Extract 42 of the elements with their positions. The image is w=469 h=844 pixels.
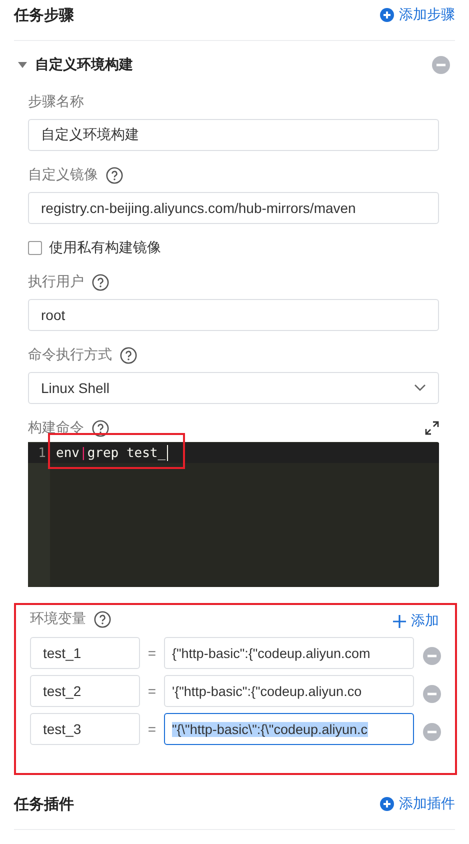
- field-label: 自定义镜像: [28, 166, 98, 184]
- add-variable-button[interactable]: 添加: [393, 612, 439, 630]
- add-icon: [380, 797, 394, 811]
- field-label: 构建命令: [28, 419, 84, 437]
- input-field[interactable]: root: [28, 299, 439, 331]
- help-icon[interactable]: [106, 166, 123, 184]
- help-icon[interactable]: [92, 420, 109, 436]
- input-field[interactable]: registry.cn-beijing.aliyuncs.com/hub-mirrors/maven: [28, 192, 439, 224]
- equals-sign: =: [146, 721, 158, 737]
- caret-down-icon[interactable]: [18, 62, 27, 68]
- input-field[interactable]: {"http-basic":{"codeup.aliyun.com: [164, 637, 414, 669]
- help-icon[interactable]: [92, 274, 109, 290]
- help-icon[interactable]: [120, 346, 137, 364]
- section-title: 任务插件: [14, 794, 74, 814]
- input-field[interactable]: test_2: [30, 675, 140, 707]
- step-title: 自定义环境构建: [35, 56, 134, 74]
- input-field[interactable]: 自定义环境构建: [28, 119, 439, 151]
- field-label: 环境变量: [30, 610, 86, 628]
- field-label: 执行用户: [28, 273, 84, 291]
- code-line: env|grep test_: [56, 446, 166, 460]
- equals-sign: =: [146, 645, 158, 661]
- add-step-button[interactable]: 添加步骤: [380, 6, 455, 24]
- code-editor[interactable]: 1 env|grep test_: [28, 442, 439, 587]
- field-label: 命令执行方式: [28, 346, 112, 364]
- input-field[interactable]: test_1: [30, 637, 140, 669]
- input-field[interactable]: test_3: [30, 713, 140, 745]
- add-icon: [393, 614, 406, 628]
- line-number: 1: [37, 446, 46, 460]
- input-field[interactable]: "{\"http-basic\":{\"codeup.aliyun.c: [164, 713, 414, 745]
- chevron-down-icon: [414, 384, 426, 392]
- add-plugin-button[interactable]: 添加插件: [380, 795, 455, 813]
- equals-sign: =: [146, 683, 158, 699]
- checkbox[interactable]: [28, 241, 42, 255]
- section-title: 任务步骤: [14, 6, 74, 24]
- checkbox-label: 使用私有构建镜像: [49, 239, 161, 257]
- add-icon: [380, 8, 394, 22]
- field-label: 步骤名称: [28, 93, 84, 111]
- select-field[interactable]: Linux Shell: [28, 372, 439, 404]
- help-icon[interactable]: [94, 610, 111, 628]
- fullscreen-icon[interactable]: [425, 421, 439, 435]
- text-cursor: [166, 445, 168, 461]
- input-field[interactable]: '{"http-basic":{"codeup.aliyun.co: [164, 675, 414, 707]
